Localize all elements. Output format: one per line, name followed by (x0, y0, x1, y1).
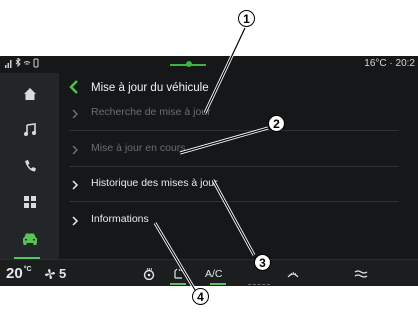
sidebar (0, 73, 59, 259)
sidebar-item-phone[interactable] (0, 149, 59, 183)
callout-4: 4 (192, 288, 209, 305)
sidebar-item-apps[interactable] (0, 185, 59, 219)
heated-seat-indicator (170, 283, 186, 285)
wifi-icon (23, 61, 31, 65)
temperature-unit: °C (23, 266, 32, 273)
windshield-defrost-icon (287, 271, 299, 277)
menu-item-label: Recherche de mise à jour (91, 106, 211, 118)
menu-item-recherche[interactable]: Recherche de mise à jour (59, 97, 399, 131)
back-button[interactable] (69, 80, 83, 96)
divider (69, 166, 399, 167)
infotainment-screen: 16°C · 20:2 Mise à jour du véhicule Rech… (0, 56, 418, 286)
menu-item-label: Informations (91, 213, 149, 225)
signal-icon (5, 56, 39, 68)
temperature-control[interactable]: 20 °C (6, 260, 32, 286)
chevron-right-icon (71, 143, 81, 155)
heated-steering-icon (143, 267, 155, 280)
back-arrow-icon (69, 80, 78, 94)
chevron-right-icon (71, 214, 81, 226)
phone-icon (24, 160, 36, 172)
climate-settings-button[interactable] (354, 260, 368, 286)
bluetooth-icon (15, 56, 21, 68)
temperature-value: 20 (6, 265, 23, 282)
fan-speed: 5 (59, 266, 67, 281)
menu-item-historique[interactable]: Historique des mises à jour (59, 168, 399, 202)
home-icon (23, 88, 36, 100)
sidebar-item-vehicle[interactable] (0, 221, 59, 255)
heated-steering-button[interactable] (143, 260, 155, 286)
climate-bar: 20 °C 5 A/C (0, 259, 418, 286)
chevron-right-icon (71, 107, 81, 119)
sidebar-item-home[interactable] (0, 77, 59, 111)
ac-active-indicator (210, 283, 226, 285)
callout-2: 2 (268, 115, 285, 132)
phone-icon (33, 58, 39, 68)
divider (69, 130, 399, 131)
progress-dot (186, 61, 192, 67)
divider (69, 201, 399, 202)
apps-icon (23, 196, 36, 208)
temperature-clock: 16°C · 20:2 (364, 58, 415, 69)
status-bar: 16°C · 20:2 (0, 56, 418, 73)
menu-item-en-cours[interactable]: Mise à jour en cours (59, 133, 399, 167)
heated-seat-icon (174, 268, 182, 279)
menu-item-label: Historique des mises à jour (91, 177, 218, 189)
page-title: Mise à jour du véhicule (91, 82, 209, 94)
fan-icon (45, 268, 55, 279)
defrost-button[interactable] (287, 260, 299, 286)
chevron-right-icon (71, 178, 81, 190)
air-flow-icon (354, 269, 368, 278)
status-icons (5, 56, 41, 71)
menu-item-informations[interactable]: Informations (59, 204, 399, 238)
fan-control[interactable]: 5 (44, 260, 66, 286)
music-icon (23, 123, 36, 136)
main-content: Mise à jour du véhicule Recherche de mis… (59, 73, 418, 259)
recirculation-indicator (248, 284, 270, 286)
callout-3: 3 (254, 254, 271, 271)
menu-item-label: Mise à jour en cours (91, 142, 186, 154)
car-icon (22, 233, 37, 245)
callout-1: 1 (238, 10, 255, 27)
sidebar-item-music[interactable] (0, 113, 59, 147)
